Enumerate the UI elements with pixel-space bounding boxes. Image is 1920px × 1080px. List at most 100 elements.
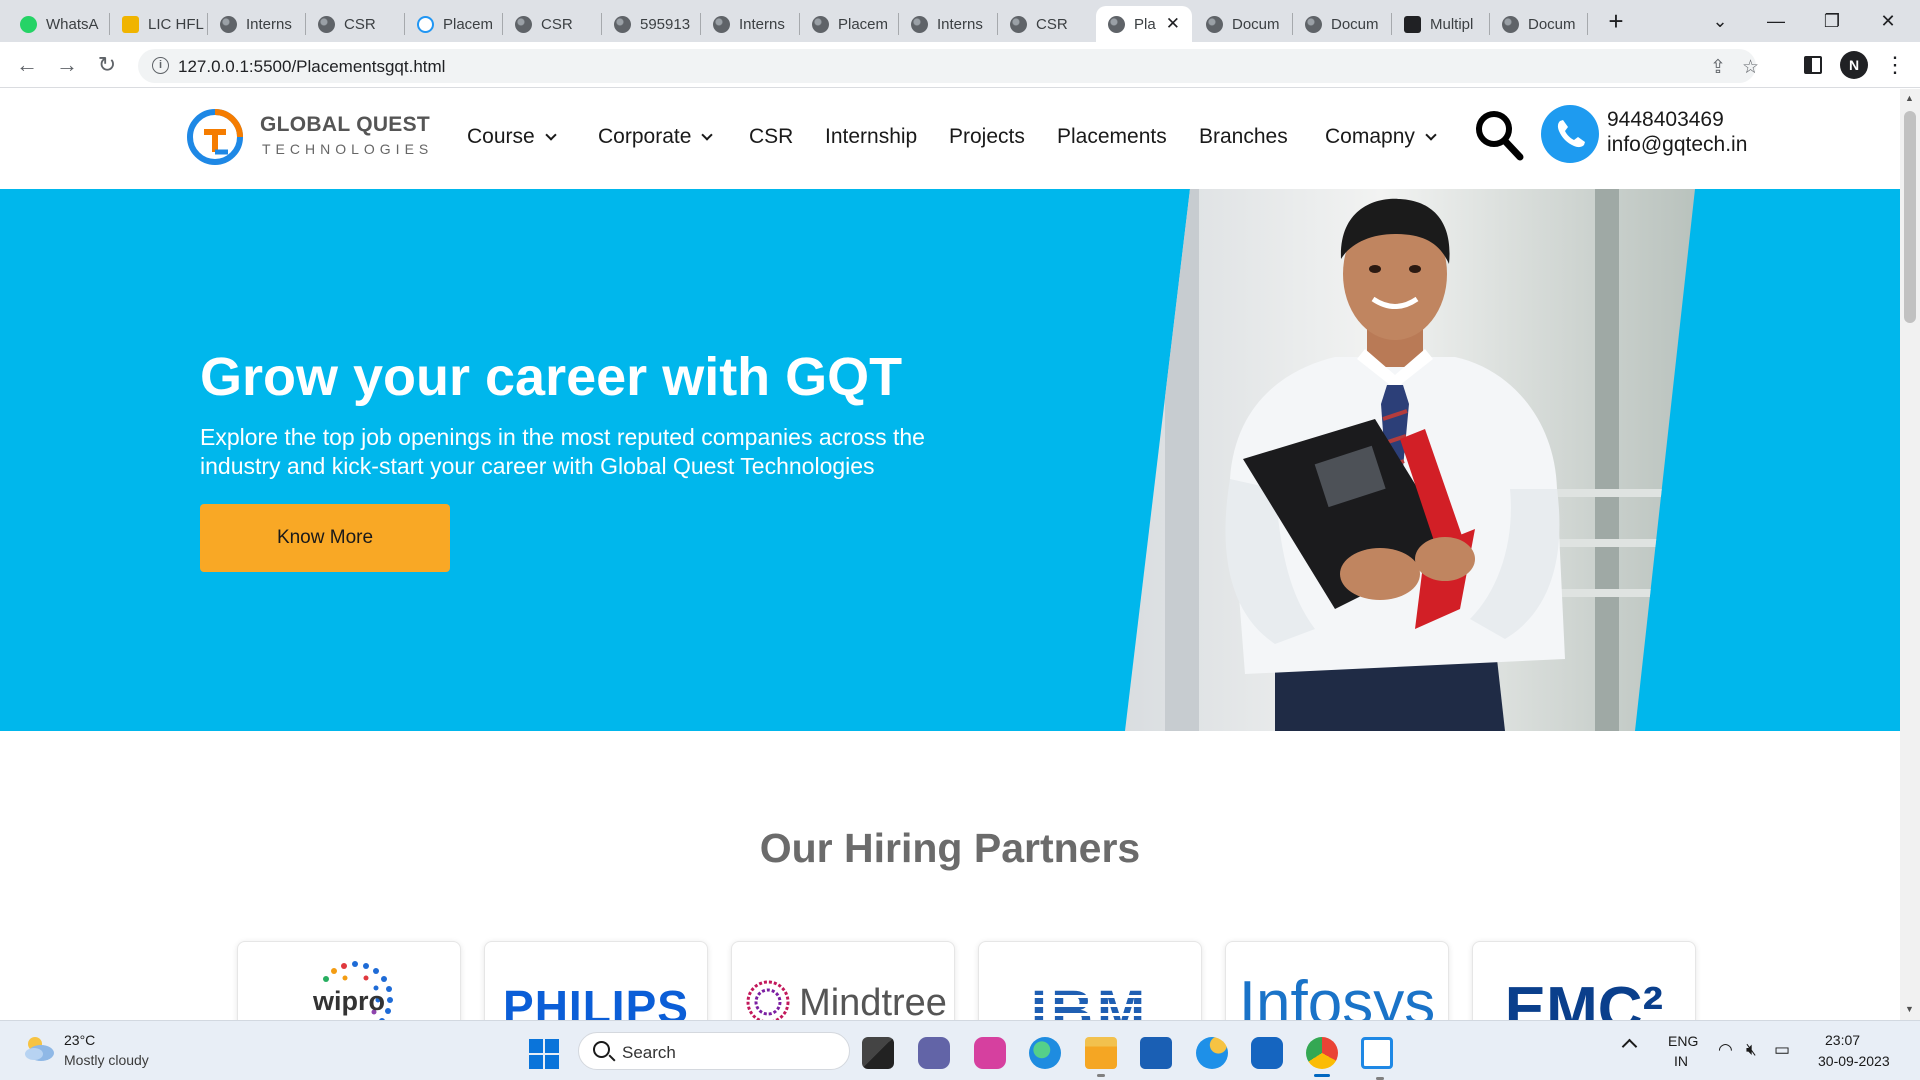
forward-icon[interactable]: →	[52, 50, 82, 80]
taskbar-search-label: Search	[622, 1043, 676, 1062]
nav-course-label: Course	[467, 125, 535, 148]
partner-card-philips[interactable]: PHILIPS	[484, 941, 708, 1020]
restore-icon[interactable]: ❐	[1812, 4, 1852, 38]
browser-tab[interactable]: Placem	[800, 6, 896, 42]
browser-tab-active[interactable]: Pla ✕	[1096, 6, 1192, 42]
teams-icon[interactable]	[918, 1037, 950, 1069]
browser-tab[interactable]: CSR	[503, 6, 599, 42]
nav-projects[interactable]: Projects	[949, 125, 1025, 149]
browser-tab[interactable]: Docum	[1194, 6, 1290, 42]
partner-card-emc[interactable]: EMC²	[1472, 941, 1696, 1020]
wifi-icon[interactable]: ◠	[1718, 1040, 1733, 1060]
globe-icon	[1010, 15, 1027, 33]
browser-tab[interactable]: 595913	[602, 6, 698, 42]
hero-title: Grow your career with GQT	[200, 347, 903, 407]
back-icon[interactable]: ←	[12, 50, 42, 80]
partner-logo-mindtree: Mindtree	[799, 982, 947, 1020]
microsoft-store-icon[interactable]	[1140, 1037, 1172, 1069]
reload-icon[interactable]: ↻	[92, 50, 122, 80]
nav-branches[interactable]: Branches	[1199, 125, 1288, 149]
search-icon	[593, 1041, 610, 1058]
scroll-down-icon[interactable]: ▼	[1905, 1004, 1914, 1014]
vscode-icon[interactable]	[1361, 1037, 1393, 1080]
browser-tab[interactable]: Docum	[1293, 6, 1389, 42]
browser-tab[interactable]: Placem	[405, 6, 501, 42]
close-window-icon[interactable]: ✕	[1868, 4, 1908, 38]
chevron-up-icon[interactable]	[1621, 1038, 1638, 1055]
weather-temperature[interactable]: 23°C	[64, 1032, 95, 1048]
side-panel-icon[interactable]	[1804, 56, 1822, 74]
cloudy-weather-icon[interactable]	[22, 1033, 56, 1063]
tab-label: LIC HFL	[148, 15, 204, 33]
contact-email[interactable]: info@gqtech.in	[1607, 133, 1747, 157]
browser-tab[interactable]: Docum	[1490, 6, 1586, 42]
lic-icon	[122, 15, 139, 33]
globe-icon	[812, 15, 829, 33]
partner-card-mindtree[interactable]: Mindtree	[731, 941, 955, 1020]
chrome-icon[interactable]	[1306, 1037, 1338, 1077]
language-indicator[interactable]: ENG	[1668, 1033, 1698, 1049]
partner-logo-philips: PHILIPS	[503, 981, 689, 1020]
scrollbar-thumb[interactable]	[1904, 111, 1916, 323]
volume-muted-icon[interactable]: 🔇︎	[1746, 1040, 1757, 1060]
browser-tab[interactable]: Interns	[899, 6, 995, 42]
bookmark-star-icon[interactable]: ☆	[1742, 56, 1759, 79]
taskbar-search[interactable]: Search	[578, 1032, 850, 1070]
browser-tab[interactable]: CSR	[306, 6, 402, 42]
nav-csr[interactable]: CSR	[749, 125, 793, 149]
help-icon[interactable]	[1196, 1037, 1228, 1069]
tab-label: Pla	[1134, 15, 1156, 33]
battery-icon[interactable]: ▭	[1774, 1040, 1790, 1060]
brand-name[interactable]: GLOBAL QUEST	[260, 113, 430, 137]
globe-icon	[614, 15, 631, 33]
browser-tab[interactable]: LIC HFL	[110, 6, 206, 42]
wps-office-icon[interactable]	[974, 1037, 1006, 1069]
tab-label: Interns	[739, 15, 785, 33]
edge-icon[interactable]	[1029, 1037, 1061, 1069]
browser-menu-icon[interactable]: ⋮	[1884, 51, 1906, 79]
hero-student-photo	[1125, 189, 1695, 731]
browser-tab[interactable]: Interns	[701, 6, 797, 42]
browser-tab[interactable]: Multipl	[1392, 6, 1488, 42]
browser-tab[interactable]: WhatsA	[8, 6, 100, 42]
partner-card-wipro[interactable]: wipro	[237, 941, 461, 1020]
share-icon[interactable]: ⇪	[1710, 56, 1726, 79]
tab-search-chevron-icon[interactable]: ⌄	[1700, 4, 1740, 38]
address-bar[interactable]: i 127.0.0.1:5500/Placementsgqt.html ⇪ ☆	[138, 49, 1759, 83]
profile-avatar[interactable]: N	[1840, 51, 1868, 79]
browser-toolbar: ← → ↻ i 127.0.0.1:5500/Placementsgqt.htm…	[0, 42, 1920, 88]
task-view-icon[interactable]	[862, 1037, 894, 1069]
nav-company-label: Comapny	[1325, 125, 1415, 148]
partner-card-infosys[interactable]: Infosys	[1225, 941, 1449, 1020]
browser-tab[interactable]: Interns	[208, 6, 304, 42]
nav-corporate[interactable]: Corporate	[598, 125, 714, 149]
phone-icon[interactable]	[1541, 105, 1599, 163]
url-text[interactable]: 127.0.0.1:5500/Placementsgqt.html	[178, 57, 445, 77]
weather-description[interactable]: Mostly cloudy	[64, 1052, 149, 1068]
partner-card-ibm[interactable]: IBM	[978, 941, 1202, 1020]
chat-app-icon[interactable]	[1251, 1037, 1283, 1069]
new-tab-button[interactable]: +	[1600, 6, 1632, 38]
clock-time[interactable]: 23:07	[1825, 1032, 1860, 1048]
close-tab-icon[interactable]: ✕	[1166, 14, 1180, 34]
minimize-icon[interactable]: —	[1756, 4, 1796, 38]
nav-internship[interactable]: Internship	[825, 125, 917, 149]
nav-course[interactable]: Course	[467, 125, 557, 149]
partner-logo-emc: EMC²	[1504, 975, 1664, 1020]
tab-label: Docum	[1232, 15, 1280, 33]
scroll-up-icon[interactable]: ▲	[1905, 93, 1914, 103]
search-icon[interactable]	[1474, 109, 1524, 161]
page-scrollbar[interactable]: ▲ ▼	[1900, 89, 1920, 1020]
windows-start-icon[interactable]	[529, 1039, 559, 1069]
nav-company[interactable]: Comapny	[1325, 125, 1437, 149]
clock-date[interactable]: 30-09-2023	[1818, 1053, 1890, 1069]
nav-corporate-label: Corporate	[598, 125, 692, 148]
gqt-logo-icon[interactable]	[186, 108, 244, 166]
contact-phone[interactable]: 9448403469	[1607, 108, 1724, 132]
file-explorer-icon[interactable]	[1085, 1037, 1117, 1077]
know-more-button[interactable]: Know More	[200, 504, 450, 572]
nav-placements[interactable]: Placements	[1057, 125, 1167, 149]
site-info-icon[interactable]: i	[152, 57, 169, 74]
language-region[interactable]: IN	[1674, 1053, 1688, 1069]
browser-tab[interactable]: CSR	[998, 6, 1094, 42]
